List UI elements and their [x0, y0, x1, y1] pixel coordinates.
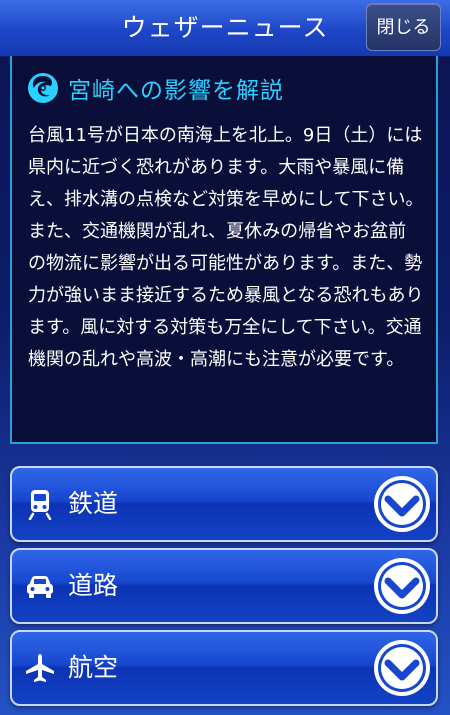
train-icon [28, 490, 52, 520]
explanation-text: 台風11号が日本の南海上を北上。9日（土）には県内に近づく恐れがあります。大雨や… [28, 125, 424, 370]
expand-check-icon[interactable] [372, 474, 432, 534]
category-railway-label: 鉄道 [68, 489, 119, 518]
expand-check-icon[interactable] [372, 556, 432, 616]
header-bar: ウェザーニュース 閉じる [0, 0, 450, 57]
category-aviation-label: 航空 [68, 653, 119, 682]
category-road-label: 道路 [68, 571, 119, 600]
explanation-title: 宮崎への影響を解説 [68, 78, 284, 104]
expand-check-icon[interactable] [372, 638, 432, 698]
category-road-button[interactable]: 道路 [10, 548, 438, 624]
airplane-icon [26, 654, 54, 682]
typhoon-icon [28, 73, 58, 103]
explanation-panel: 宮崎への影響を解説 台風11号が日本の南海上を北上。9日（土）には県内に近づく恐… [10, 56, 438, 444]
category-railway-button[interactable]: 鉄道 [10, 466, 438, 542]
explanation-header: 宮崎への影響を解説 [26, 68, 284, 108]
close-button[interactable]: 閉じる [366, 3, 441, 51]
category-aviation-button[interactable]: 航空 [10, 630, 438, 706]
car-icon [27, 576, 53, 598]
